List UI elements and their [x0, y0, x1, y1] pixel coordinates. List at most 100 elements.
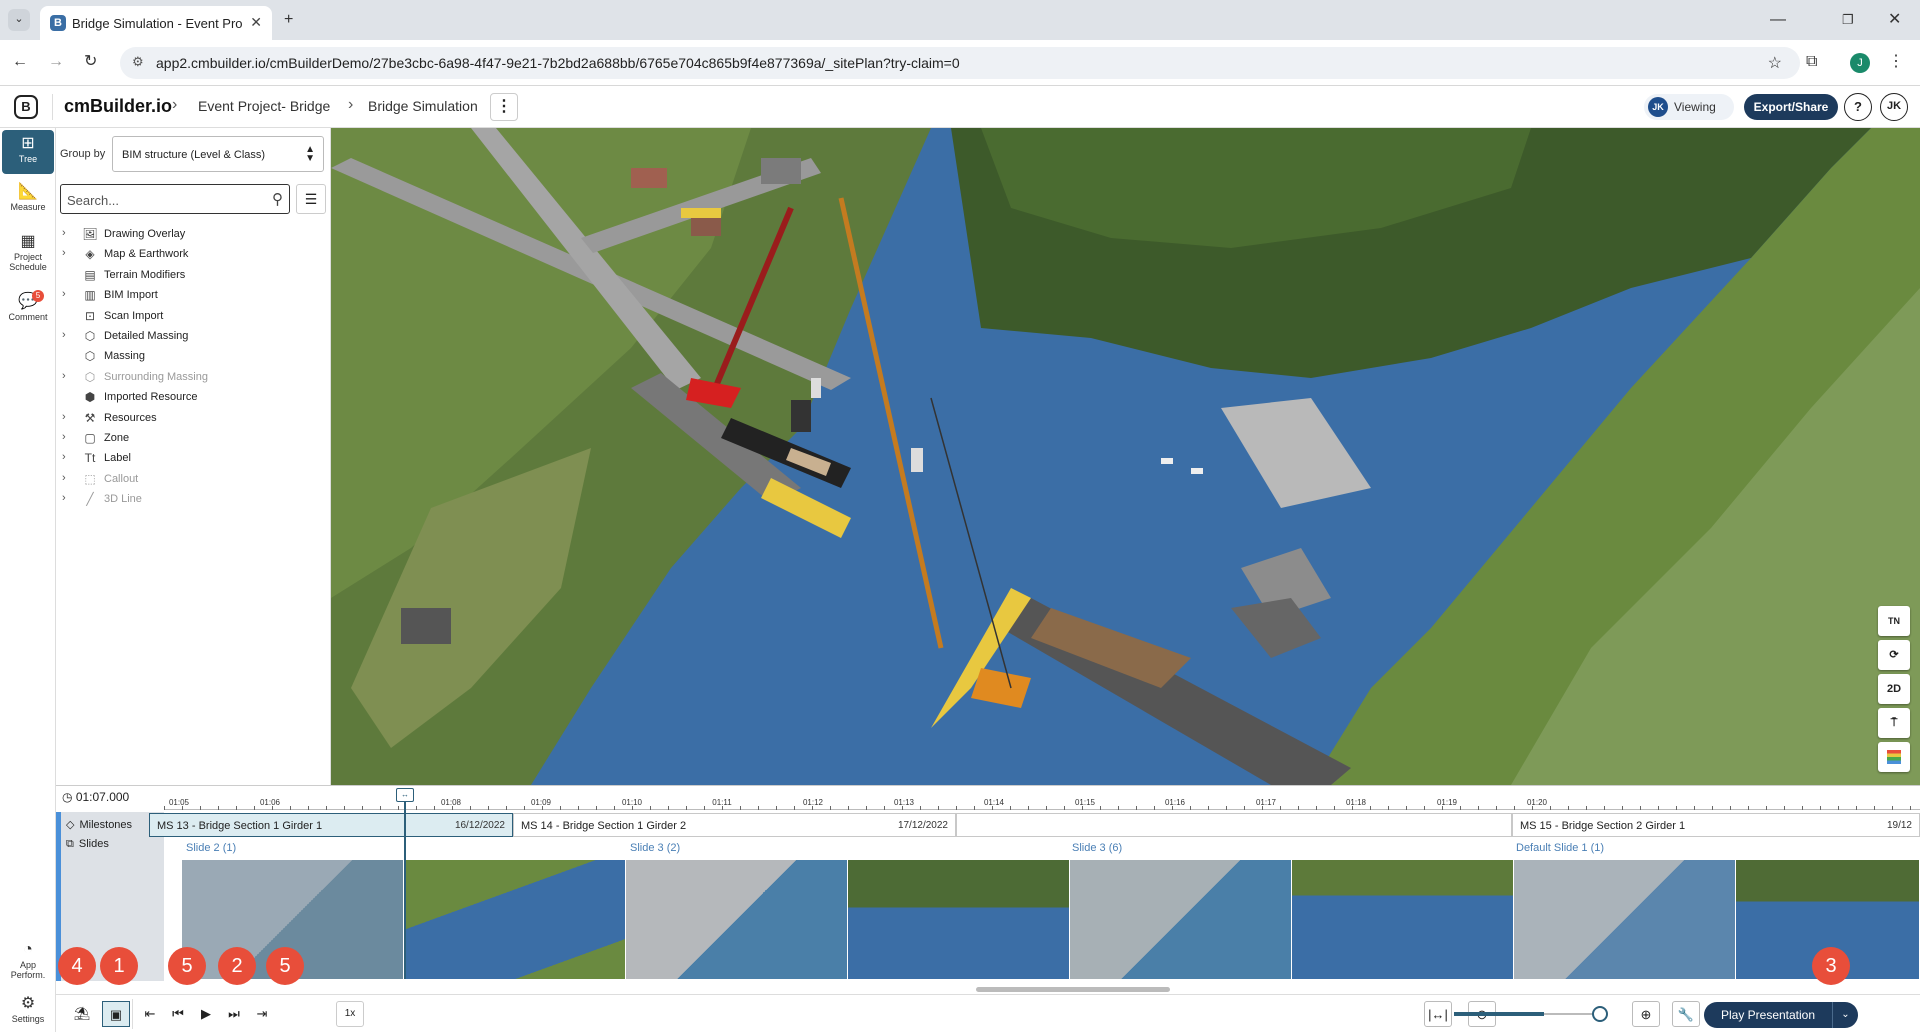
- rail-measure-button[interactable]: 📐 Measure: [2, 178, 54, 222]
- play-presentation-button[interactable]: Play Presentation: [1704, 1002, 1832, 1028]
- tree-item[interactable]: ⬢ Imported Resource: [56, 387, 326, 407]
- tree-item[interactable]: › ⬚ Callout: [56, 469, 326, 489]
- next-slide-icon[interactable]: ⏭: [220, 1001, 248, 1027]
- reload-icon[interactable]: ↻: [84, 52, 97, 72]
- play-presentation-dropdown-icon[interactable]: ⌄: [1832, 1002, 1858, 1028]
- playback-speed-button[interactable]: 1x: [336, 1001, 364, 1027]
- wrench-icon[interactable]: 🔧: [1672, 1001, 1700, 1027]
- previous-slide-icon[interactable]: ⏮: [164, 1001, 192, 1027]
- url-field[interactable]: ⚙ app2.cmbuilder.io/cmBuilderDemo/27be3c…: [120, 47, 1800, 79]
- 3d-viewport[interactable]: [331, 128, 1920, 785]
- profile-avatar[interactable]: J: [1850, 53, 1870, 73]
- tree-item[interactable]: ⊡ Scan Import: [56, 306, 326, 326]
- zoom-in-icon[interactable]: ⊕: [1632, 1001, 1660, 1027]
- browser-menu-icon[interactable]: ⋮: [1888, 52, 1904, 72]
- text-tool-icon[interactable]: ⍑: [1878, 708, 1910, 738]
- camera-flythrough-icon[interactable]: ⛱: [68, 1001, 96, 1027]
- skip-to-end-icon[interactable]: ⇥: [248, 1001, 276, 1027]
- rail-tree-button[interactable]: ⊞ Tree: [2, 130, 54, 174]
- close-tab-icon[interactable]: ✕: [250, 14, 262, 31]
- export-share-button[interactable]: Export/Share: [1744, 94, 1838, 120]
- viewing-mode-selector[interactable]: JK Viewing: [1644, 94, 1734, 120]
- expand-chevron-icon[interactable]: ›: [62, 370, 66, 382]
- more-options-icon[interactable]: ⋮: [490, 93, 518, 121]
- browser-tab[interactable]: B Bridge Simulation - Event Proje ✕: [40, 6, 272, 40]
- time-ruler[interactable]: 01:05 01:06 01:08 01:09 01:10 01:11 01:12 01:13…: [164, 786, 1920, 810]
- slide-label[interactable]: Default Slide 1 (1): [1516, 842, 1604, 854]
- playhead-handle-icon[interactable]: ↔: [396, 788, 414, 802]
- skip-to-start-icon[interactable]: ⇤: [136, 1001, 164, 1027]
- slide-thumbnail[interactable]: [1292, 860, 1514, 979]
- brand-name[interactable]: cmBuilder.io: [64, 96, 172, 117]
- tree-item[interactable]: › ▢ Zone: [56, 428, 326, 448]
- group-by-select[interactable]: BIM structure (Level & Class) ▲ ▼: [112, 136, 324, 172]
- 2d-toggle-button[interactable]: 2D: [1878, 674, 1910, 704]
- rail-schedule-button[interactable]: ▦ Project Schedule: [2, 228, 54, 280]
- close-window-icon[interactable]: ✕: [1888, 10, 1901, 30]
- breadcrumb-project[interactable]: Event Project- Bridge: [198, 98, 330, 114]
- view-cube-icon[interactable]: ⟳: [1878, 640, 1910, 670]
- bookmark-star-icon[interactable]: ☆: [1768, 53, 1782, 73]
- slide-thumbnail[interactable]: [848, 860, 1070, 979]
- time-tick: [1532, 806, 1533, 810]
- restore-icon[interactable]: ❐: [1842, 10, 1854, 30]
- site-info-icon[interactable]: ⚙: [132, 54, 144, 70]
- tree-item[interactable]: › ╱ 3D Line: [56, 489, 326, 509]
- search-input[interactable]: Search... ⚲: [60, 184, 290, 214]
- filter-list-icon[interactable]: ☰: [296, 184, 326, 214]
- slide-label[interactable]: Slide 2 (1): [186, 842, 236, 854]
- milestone-ms15[interactable]: MS 15 - Bridge Section 2 Girder 1 19/12: [1512, 813, 1920, 837]
- tree-item[interactable]: ⬡ Massing: [56, 346, 326, 366]
- zoom-slider-knob[interactable]: [1592, 1006, 1608, 1022]
- presentation-mode-icon[interactable]: ▣: [102, 1001, 130, 1027]
- true-north-icon[interactable]: TN: [1878, 606, 1910, 636]
- rail-settings-button[interactable]: ⚙ Settings: [2, 990, 54, 1030]
- fit-timeline-icon[interactable]: |↔|: [1424, 1001, 1452, 1027]
- tree-item[interactable]: › ⚒ Resources: [56, 408, 326, 428]
- extensions-icon[interactable]: ⧉: [1806, 52, 1817, 72]
- new-tab-icon[interactable]: +: [284, 10, 293, 30]
- cmbuilder-logo-icon[interactable]: B: [14, 95, 38, 119]
- back-icon[interactable]: ←: [12, 52, 28, 72]
- tree-item[interactable]: › Tt Label: [56, 448, 326, 468]
- slide-label[interactable]: Slide 3 (2): [630, 842, 680, 854]
- rail-comment-button[interactable]: 💬 Comment 5: [2, 288, 54, 332]
- expand-chevron-icon[interactable]: ›: [62, 329, 66, 341]
- expand-chevron-icon[interactable]: ›: [62, 472, 66, 484]
- timeline-scrollbar[interactable]: [976, 987, 1170, 992]
- expand-chevron-icon[interactable]: ›: [62, 492, 66, 504]
- expand-chevron-icon[interactable]: ›: [62, 227, 66, 239]
- slide-thumbnail[interactable]: [1514, 860, 1736, 979]
- tree-item[interactable]: ▤ Terrain Modifiers: [56, 265, 326, 285]
- expand-chevron-icon[interactable]: ›: [62, 247, 66, 259]
- minimize-icon[interactable]: —: [1770, 10, 1786, 30]
- milestone-ms13[interactable]: MS 13 - Bridge Section 1 Girder 1 16/12/…: [149, 813, 513, 837]
- play-icon[interactable]: ▶: [192, 1001, 220, 1027]
- expand-chevron-icon[interactable]: ›: [62, 288, 66, 300]
- time-tick: [614, 806, 615, 810]
- tree-item[interactable]: › 🖼 Drawing Overlay: [56, 224, 326, 244]
- expand-chevron-icon[interactable]: ›: [62, 411, 66, 423]
- user-avatar[interactable]: JK: [1880, 93, 1908, 121]
- milestone-ms14[interactable]: MS 14 - Bridge Section 1 Girder 2 17/12/…: [513, 813, 956, 837]
- tree-item[interactable]: › ⬡ Surrounding Massing: [56, 367, 326, 387]
- layers-color-icon[interactable]: [1878, 742, 1910, 772]
- breadcrumb-simulation[interactable]: Bridge Simulation: [368, 98, 478, 114]
- playhead[interactable]: ↔: [396, 788, 414, 979]
- slide-label[interactable]: Slide 3 (6): [1072, 842, 1122, 854]
- rail-app-performance-button[interactable]: ◔ App Perform.: [2, 936, 54, 980]
- help-icon[interactable]: ?: [1844, 93, 1872, 121]
- tab-list-icon[interactable]: ⌄: [8, 9, 30, 31]
- forward-icon[interactable]: →: [48, 52, 64, 72]
- slide-thumbnail[interactable]: [1070, 860, 1292, 979]
- ruler-icon: 📐: [18, 183, 38, 200]
- time-tick: [236, 806, 237, 810]
- tree-item[interactable]: › ▥ BIM Import: [56, 285, 326, 305]
- tree-item[interactable]: › ◈ Map & Earthwork: [56, 244, 326, 264]
- slide-thumbnail[interactable]: [404, 860, 626, 979]
- expand-chevron-icon[interactable]: ›: [62, 451, 66, 463]
- tree-item[interactable]: › ⬡ Detailed Massing: [56, 326, 326, 346]
- expand-chevron-icon[interactable]: ›: [62, 431, 66, 443]
- slide-thumbnail[interactable]: [626, 860, 848, 979]
- time-tick: [362, 806, 363, 810]
